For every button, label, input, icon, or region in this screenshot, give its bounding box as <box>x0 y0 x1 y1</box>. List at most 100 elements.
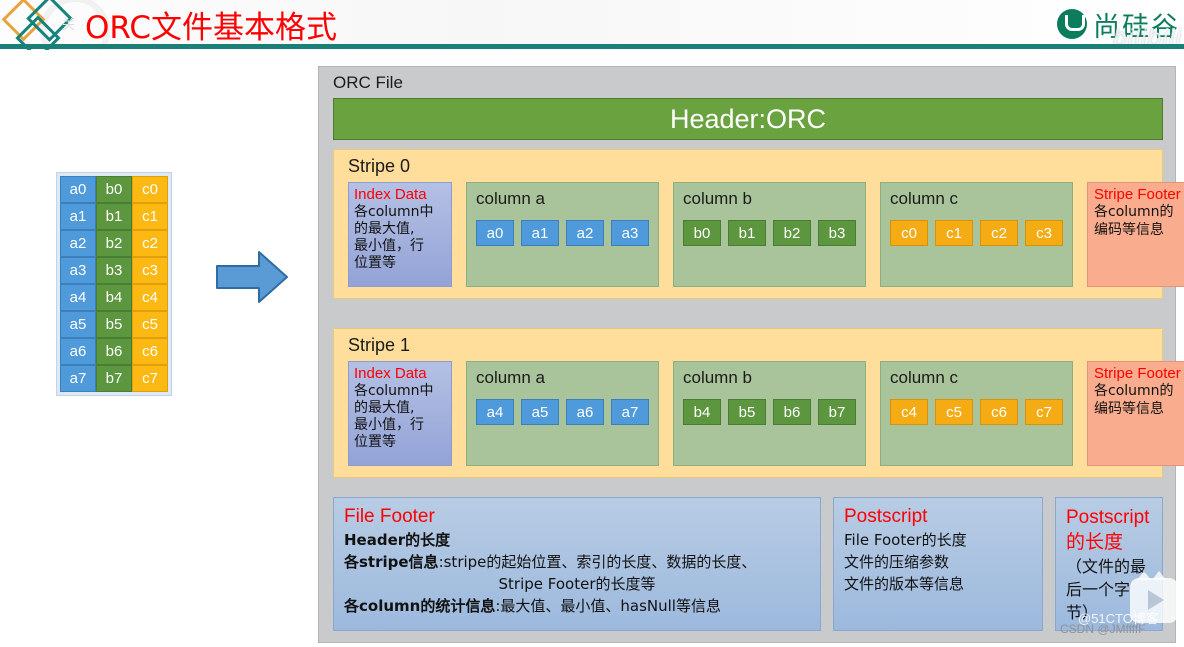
stripe-1: Stripe 1 Index Data 各column中 的最大值, 最小值，行 位置… <box>333 328 1184 478</box>
column-box-b: column b b4 b5 b6 b7 <box>673 361 866 466</box>
stripe-title: Stripe 1 <box>348 335 411 355</box>
play-triangle-icon <box>1148 590 1164 610</box>
source-cell: b3 <box>96 257 132 284</box>
index-data-line: 的最大值, <box>354 221 415 237</box>
column-cell: c7 <box>1025 399 1063 425</box>
column-cells: b0 b1 b2 b3 <box>683 220 856 246</box>
column-cell: b6 <box>773 399 811 425</box>
column-title: column a <box>476 189 545 208</box>
column-cell: c1 <box>935 220 973 246</box>
file-footer-line-2: 各stripe信息:stripe的起始位置、索引的长度、数据的长度、 <box>344 551 810 573</box>
postscript-line: 文件的版本等信息 <box>844 575 965 593</box>
file-footer-line-3: Stripe Footer的长度等 <box>498 575 656 593</box>
source-cell: c0 <box>132 176 168 203</box>
source-cell: a2 <box>60 230 96 257</box>
atguigu-u-icon <box>1057 9 1087 39</box>
file-footer-box: File Footer Header的长度 各stripe信息:stripe的起… <box>333 497 821 631</box>
column-cells: c4 c5 c6 c7 <box>890 399 1063 425</box>
file-footer-line-4: 各column的统计信息:最大值、最小值、hasNull等信息 <box>344 595 810 617</box>
page-title: ORC文件基本格式 <box>85 10 338 46</box>
source-cell: b5 <box>96 311 132 338</box>
orc-header-banner: Header:ORC <box>333 98 1163 140</box>
source-cell: a1 <box>60 203 96 230</box>
index-data-title: Index Data <box>354 186 427 203</box>
brand-name: 尚硅谷 <box>1093 11 1180 43</box>
file-footer-title: File Footer <box>344 506 435 527</box>
index-data-line: 各column中 <box>354 383 434 399</box>
stripe-footer-line: 各column的 <box>1094 383 1174 399</box>
source-row-table: a0 a1 a2 a3 a4 a5 a6 a7 b0 b1 b2 b3 b4 b5 b6 b7 c0 c1 c2… <box>56 172 172 396</box>
source-cell: c6 <box>132 338 168 365</box>
postscript-line: 文件的压缩参数 <box>844 553 950 571</box>
column-cell: c3 <box>1025 220 1063 246</box>
source-cell: a0 <box>60 176 96 203</box>
source-cell: b6 <box>96 338 132 365</box>
index-data-lines: 各column中 的最大值, 最小值，行 位置等 <box>354 383 446 451</box>
index-data-line: 位置等 <box>354 255 396 271</box>
file-footer-line-4-rest: :最大值、最小值、hasNull等信息 <box>495 597 721 615</box>
column-box-c: column c c4 c5 c6 c7 <box>880 361 1073 466</box>
column-cell: a3 <box>611 220 649 246</box>
orc-file-panel: ORC File Header:ORC Stripe 0 Index Data … <box>318 66 1184 643</box>
stripe-footer-box: Stripe Footer 各column的 编码等信息 <box>1087 182 1184 287</box>
postscript-line: File Footer的长度 <box>844 531 967 549</box>
source-cell: a5 <box>60 311 96 338</box>
header-accent-rule <box>0 44 1184 49</box>
source-column-a: a0 a1 a2 a3 a4 a5 a6 a7 <box>60 176 96 392</box>
column-cell: b5 <box>728 399 766 425</box>
source-cell: b7 <box>96 365 132 392</box>
stripe-footer-lines: 各column的 编码等信息 <box>1094 203 1184 239</box>
index-data-line: 最小值，行 <box>354 417 424 433</box>
postscript-title: Postscript <box>844 506 928 527</box>
index-data-lines: 各column中 的最大值, 最小值，行 位置等 <box>354 204 446 272</box>
orc-footer-row: File Footer Header的长度 各stripe信息:stripe的起… <box>333 497 1163 631</box>
stripe-footer-line: 编码等信息 <box>1094 401 1164 417</box>
column-cell: c6 <box>980 399 1018 425</box>
column-box-c: column c c0 c1 c2 c3 <box>880 182 1073 287</box>
column-title: column c <box>890 368 959 387</box>
column-cell: b4 <box>683 399 721 425</box>
index-data-line: 最小值，行 <box>354 238 424 254</box>
column-cell: a4 <box>476 399 514 425</box>
column-cells: a0 a1 a2 a3 <box>476 220 649 246</box>
source-cell: c3 <box>132 257 168 284</box>
file-footer-line-1: Header的长度 <box>344 531 451 549</box>
source-cell: b2 <box>96 230 132 257</box>
column-cell: b1 <box>728 220 766 246</box>
file-footer-line-2-lead: 各stripe信息 <box>344 553 439 571</box>
source-cell: c4 <box>132 284 168 311</box>
column-title: column b <box>683 368 752 387</box>
column-cell: b3 <box>818 220 856 246</box>
source-column-c: c0 c1 c2 c3 c4 c5 c6 c7 <box>132 176 168 392</box>
source-cell: a7 <box>60 365 96 392</box>
column-cell: a2 <box>566 220 604 246</box>
flow-arrow-right-icon <box>216 251 288 303</box>
index-data-line: 的最大值, <box>354 400 415 416</box>
column-cells: a4 a5 a6 a7 <box>476 399 649 425</box>
source-cell: a6 <box>60 338 96 365</box>
source-cell: c5 <box>132 311 168 338</box>
source-cell: c1 <box>132 203 168 230</box>
column-cell: c0 <box>890 220 928 246</box>
source-column-b: b0 b1 b2 b3 b4 b5 b6 b7 <box>96 176 132 392</box>
index-data-box: Index Data 各column中 的最大值, 最小值，行 位置等 <box>348 182 452 287</box>
stripe-0: Stripe 0 Index Data 各column中 的最大值, 最小值，行 位置… <box>333 149 1184 299</box>
postscript-box: Postscript File Footer的长度 文件的压缩参数 文件的版本等信息 <box>833 497 1043 631</box>
column-cell: a7 <box>611 399 649 425</box>
index-data-box: Index Data 各column中 的最大值, 最小值，行 位置等 <box>348 361 452 466</box>
index-data-line: 位置等 <box>354 434 396 450</box>
stripe-title: Stripe 0 <box>348 156 411 176</box>
page-header: · 关 · ORC文件基本格式 尚硅谷 bilibili <box>0 0 1184 50</box>
stripe-footer-box: Stripe Footer 各column的 编码等信息 <box>1087 361 1184 466</box>
postscript-lines: File Footer的长度 文件的压缩参数 文件的版本等信息 <box>844 529 1032 595</box>
column-cell: b2 <box>773 220 811 246</box>
watermark-csdn: CSDN @JMffffF <box>1060 622 1146 636</box>
column-box-b: column b b0 b1 b2 b3 <box>673 182 866 287</box>
file-footer-line-2-rest: :stripe的起始位置、索引的长度、数据的长度、 <box>438 553 757 571</box>
column-cell: b7 <box>818 399 856 425</box>
source-cell: b4 <box>96 284 132 311</box>
column-title: column c <box>890 189 959 208</box>
source-cell: a3 <box>60 257 96 284</box>
postscript-length-title-1: Postscript <box>1066 507 1150 528</box>
column-cells: b4 b5 b6 b7 <box>683 399 856 425</box>
